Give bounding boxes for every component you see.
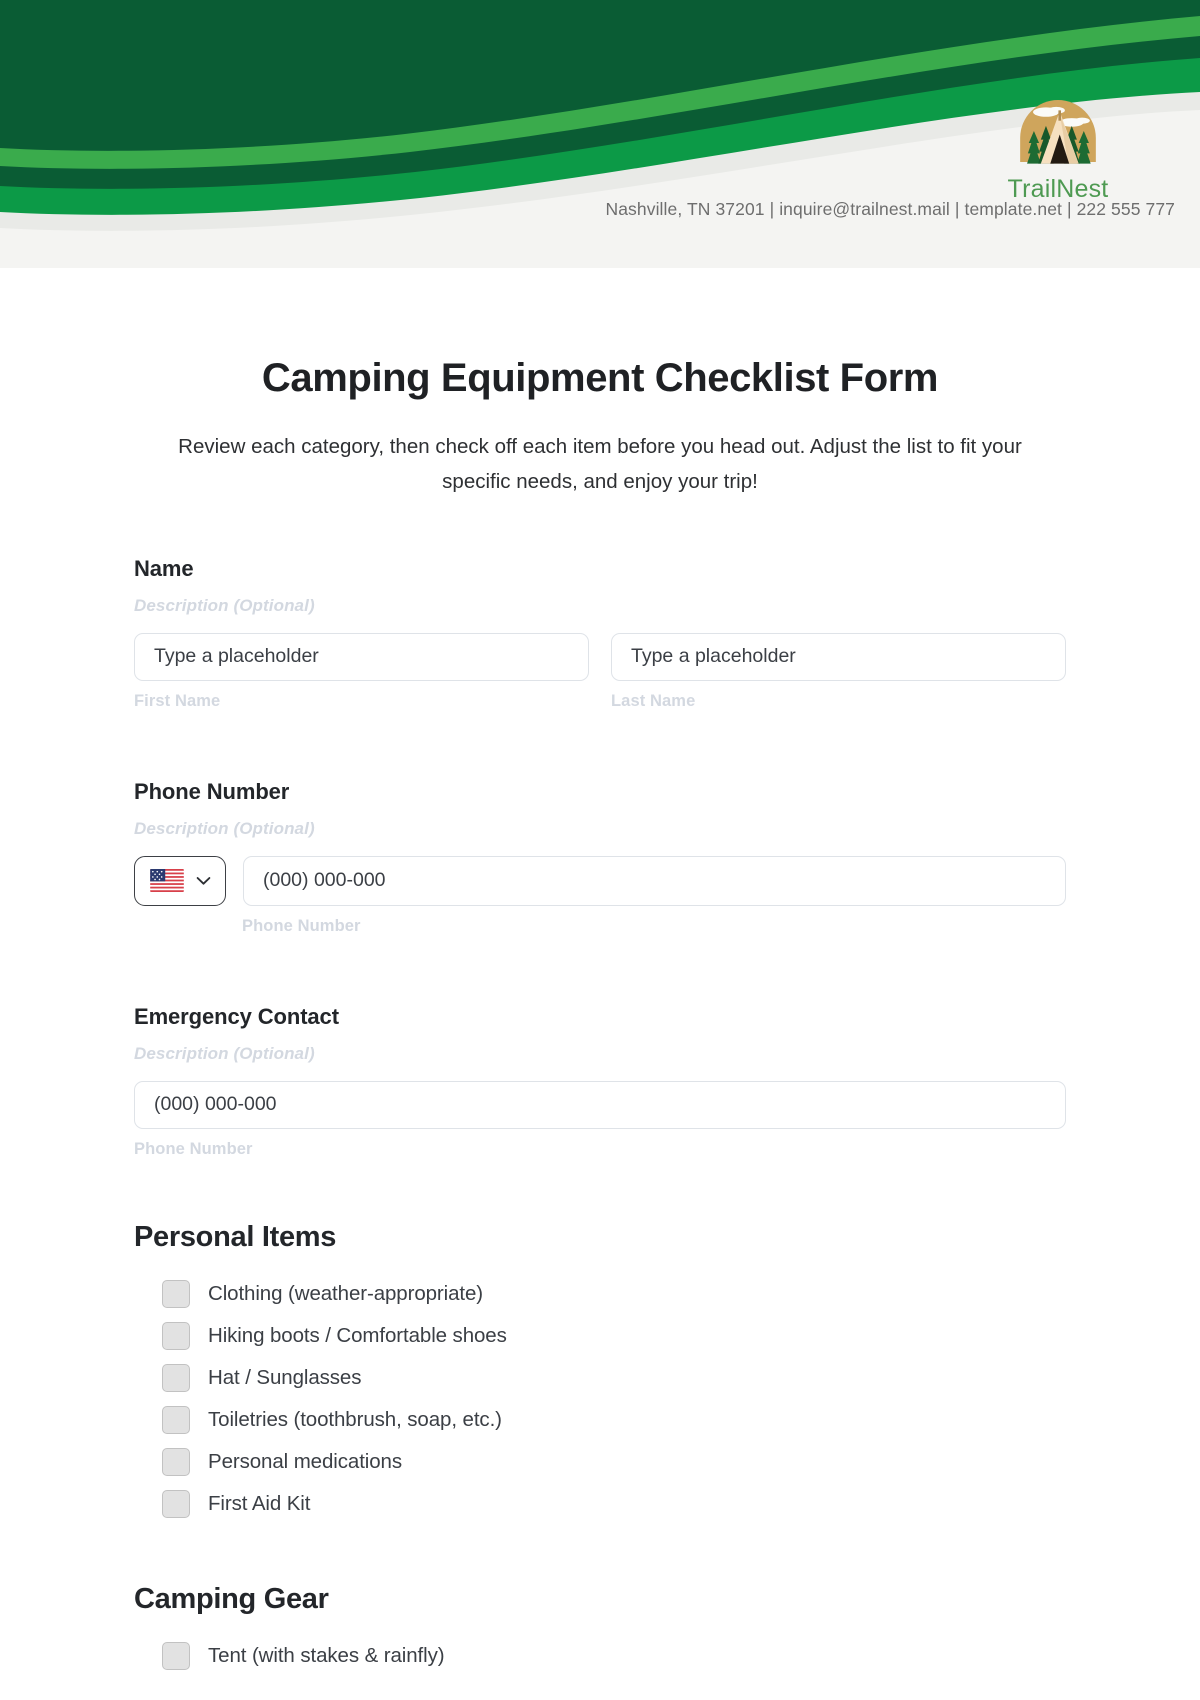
- chevron-down-icon: [196, 876, 210, 885]
- checkbox[interactable]: [162, 1363, 190, 1392]
- phone-label: Phone Number: [134, 778, 290, 804]
- name-input-row: First Name Last Name: [134, 632, 1066, 711]
- emergency-contact-label: Emergency Contact: [134, 1003, 339, 1029]
- brand-block: TrailNest: [938, 88, 1178, 204]
- phone-number-input[interactable]: [243, 855, 1066, 906]
- name-label: Name: [134, 555, 194, 581]
- checkbox[interactable]: [162, 1405, 190, 1434]
- name-description: Description (Optional): [134, 595, 315, 615]
- phone-description: Description (Optional): [134, 818, 315, 838]
- checklist-section-personal-items: Personal Items Clothing (weather-appropr…: [134, 1221, 1066, 1525]
- list-item[interactable]: Hat / Sunglasses: [162, 1357, 1066, 1399]
- list-item[interactable]: Toiletries (toothbrush, soap, etc.): [162, 1399, 1066, 1441]
- list-item[interactable]: Personal medications: [162, 1441, 1066, 1483]
- field-group-name: Name Description (Optional) First Name L…: [134, 556, 1066, 711]
- field-group-phone: Phone Number Description (Optional) (000…: [134, 779, 1066, 936]
- list-item-label: Personal medications: [208, 1449, 402, 1473]
- form-content: Camping Equipment Checklist Form Review …: [0, 356, 1200, 1677]
- list-item[interactable]: Hiking boots / Comfortable shoes: [162, 1315, 1066, 1357]
- field-group-emergency-contact: Emergency Contact Description (Optional)…: [134, 1004, 1066, 1159]
- last-name-input[interactable]: [611, 632, 1066, 681]
- list-item[interactable]: Tent (with stakes & rainfly): [162, 1635, 1066, 1677]
- list-item-label: Tent (with stakes & rainfly): [208, 1643, 445, 1667]
- page-header: TrailNest Nashville, TN 37201 | inquire@…: [0, 0, 1200, 268]
- emergency-contact-input[interactable]: [134, 1080, 1066, 1129]
- last-name-col: Last Name: [611, 632, 1066, 711]
- phone-sub-label: Phone Number: [242, 916, 361, 935]
- section-heading-personal-items: Personal Items: [134, 1220, 337, 1253]
- emergency-input-col: Phone Number: [134, 1080, 1066, 1159]
- contact-info-line: Nashville, TN 37201 | inquire@trailnest.…: [605, 199, 1175, 219]
- section-heading-camping-gear: Camping Gear: [134, 1582, 329, 1615]
- phone-input-row: [134, 855, 1066, 906]
- list-item-label: Clothing (weather-appropriate): [208, 1281, 484, 1305]
- first-name-input[interactable]: [134, 632, 589, 681]
- first-name-sub-label: First Name: [134, 691, 221, 710]
- country-code-select[interactable]: [134, 855, 226, 906]
- checklist-section-camping-gear: Camping Gear Tent (with stakes & rainfly…: [134, 1583, 1066, 1677]
- last-name-sub-label: Last Name: [611, 691, 696, 710]
- page-title: Camping Equipment Checklist Form: [261, 356, 939, 400]
- checkbox[interactable]: [162, 1321, 190, 1350]
- checkbox[interactable]: [162, 1489, 190, 1518]
- list-item-label: Hiking boots / Comfortable shoes: [208, 1323, 507, 1347]
- emergency-sub-label: Phone Number: [134, 1139, 253, 1158]
- checkbox[interactable]: [162, 1641, 190, 1670]
- checkbox[interactable]: [162, 1279, 190, 1308]
- checklist-camping-gear: Tent (with stakes & rainfly): [134, 1635, 1066, 1677]
- emergency-input-row: Phone Number: [134, 1080, 1066, 1159]
- list-item-label: First Aid Kit: [208, 1491, 311, 1515]
- emergency-contact-description: Description (Optional): [134, 1043, 315, 1063]
- page-subtitle: Review each category, then check off eac…: [178, 435, 1022, 494]
- first-name-col: First Name: [134, 632, 589, 711]
- list-item[interactable]: First Aid Kit: [162, 1483, 1066, 1525]
- us-flag-icon: [149, 869, 184, 892]
- list-item-label: Hat / Sunglasses: [208, 1365, 362, 1389]
- list-item-label: Toiletries (toothbrush, soap, etc.): [208, 1407, 502, 1431]
- form-page: TrailNest Nashville, TN 37201 | inquire@…: [0, 0, 1200, 1700]
- camping-tent-forest-logo-icon: [1020, 100, 1096, 164]
- checklist-personal-items: Clothing (weather-appropriate) Hiking bo…: [134, 1273, 1066, 1525]
- checkbox[interactable]: [162, 1447, 190, 1476]
- list-item[interactable]: Clothing (weather-appropriate): [162, 1273, 1066, 1315]
